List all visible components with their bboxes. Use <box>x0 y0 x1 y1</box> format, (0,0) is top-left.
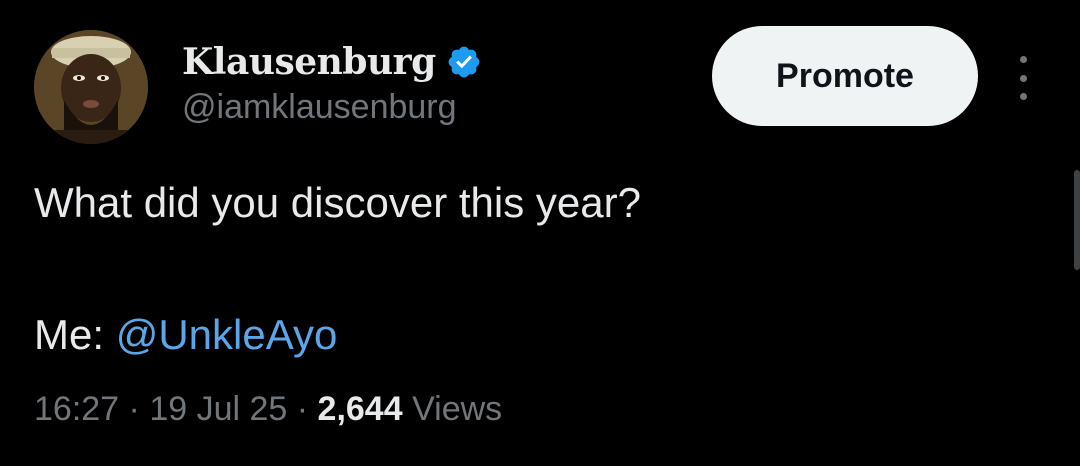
views-count[interactable]: 2,644 <box>318 390 403 428</box>
more-dot <box>1019 93 1027 100</box>
verified-badge-icon <box>446 44 482 80</box>
tweet-metadata: 16:27 · 19 Jul 25 · 2,644 Views <box>34 390 502 429</box>
promote-button[interactable]: Promote <box>712 26 978 126</box>
more-dot <box>1019 56 1027 63</box>
more-dot <box>1019 74 1027 82</box>
tweet-text-line-1: What did you discover this year? <box>34 179 641 226</box>
meta-separator: · <box>119 390 150 428</box>
tweet-text-line-2: Me: @UnkleAyo <box>34 307 337 363</box>
author-name-row: Klausenburg <box>182 40 482 84</box>
views-label: Views <box>402 390 503 428</box>
tweet-card: Klausenburg @iamklausenburg Promote What… <box>0 0 1080 466</box>
author-display-name[interactable]: Klausenburg <box>182 41 436 83</box>
tweet-text-prefix: Me: <box>34 311 116 358</box>
more-vertical-icon[interactable] <box>1008 56 1038 100</box>
avatar-image <box>34 30 148 144</box>
avatar[interactable] <box>34 30 148 144</box>
tweet-time[interactable]: 16:27 <box>34 390 119 428</box>
meta-separator: · <box>287 390 318 428</box>
tweet-text: What did you discover this year? Me: @Un… <box>34 175 641 358</box>
mention-link[interactable]: @UnkleAyo <box>116 311 338 358</box>
author-handle[interactable]: @iamklausenburg <box>182 88 457 127</box>
scrollbar[interactable] <box>1074 170 1080 270</box>
tweet-date[interactable]: 19 Jul 25 <box>149 390 287 428</box>
